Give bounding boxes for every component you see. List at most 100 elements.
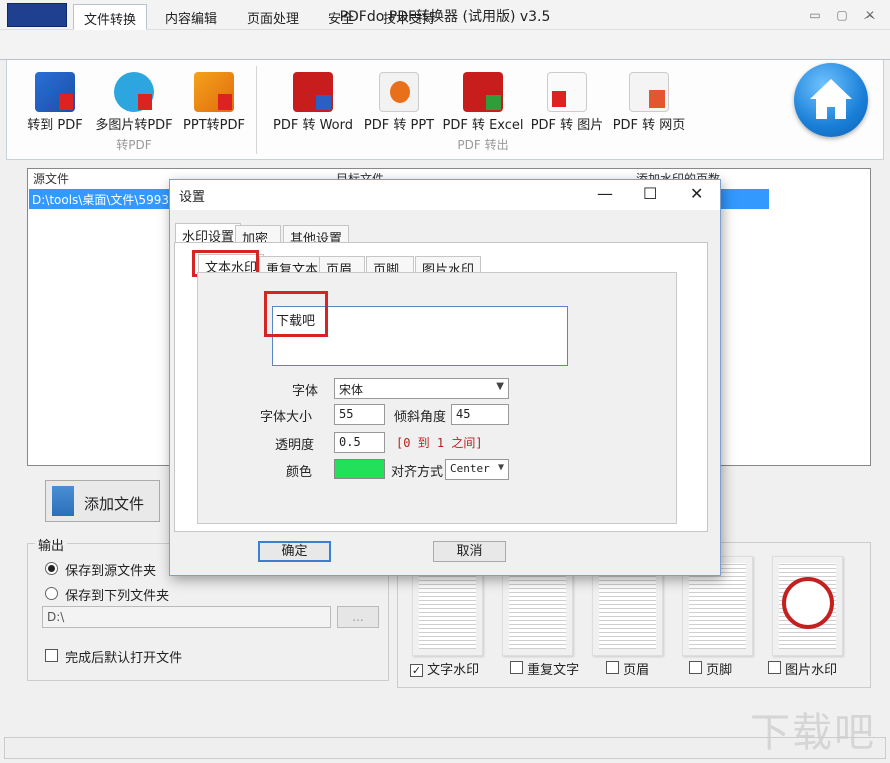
highlight-watermark-text — [264, 291, 328, 337]
tilt-angle-input[interactable]: 45 — [451, 404, 509, 425]
tab-page-process[interactable]: 页面处理 — [237, 4, 309, 30]
ok-button[interactable]: 确定 — [258, 541, 331, 562]
color-label: 颜色 — [285, 465, 312, 480]
dialog-title-bar — [170, 180, 720, 210]
font-size-input[interactable]: 55 — [334, 404, 385, 425]
pdf-to-word-icon — [293, 72, 333, 112]
images-to-pdf-label: 多图片转PDF — [95, 118, 173, 133]
cancel-button[interactable]: 取消 — [433, 541, 506, 562]
home-icon — [810, 79, 852, 119]
add-file-icon — [52, 486, 74, 516]
footer-label: 页脚 — [706, 663, 733, 678]
opacity-range-hint: [0 到 1 之间] — [396, 436, 483, 450]
pdf-to-image-icon — [547, 72, 587, 112]
to-pdf-button[interactable]: 转到 PDF — [22, 72, 88, 133]
checkbox-empty-icon — [510, 661, 523, 674]
pdf-out-group-label: PDF 转出 — [457, 138, 509, 152]
tab-content-edit[interactable]: 内容编辑 — [155, 4, 227, 30]
ppt-to-pdf-label: PPT转PDF — [183, 118, 245, 133]
tab-file-convert[interactable]: 文件转换 — [73, 4, 148, 30]
image-watermark-checkbox[interactable]: 图片水印 — [768, 659, 837, 678]
checkbox-empty-icon — [606, 661, 619, 674]
save-to-source-label: 保存到源文件夹 — [65, 564, 157, 579]
save-to-folder-label: 保存到下列文件夹 — [65, 589, 170, 604]
font-select-value: 宋体 — [339, 383, 364, 397]
header-label: 页眉 — [623, 663, 650, 678]
to-pdf-label: 转到 PDF — [27, 118, 83, 133]
add-file-label: 添加文件 — [84, 495, 145, 513]
open-after-label: 完成后默认打开文件 — [65, 651, 183, 666]
minimize-icon[interactable]: ▭ — [805, 6, 825, 24]
dialog-minimize-icon[interactable]: — — [597, 184, 613, 203]
pdf-to-html-label: PDF 转 网页 — [612, 118, 686, 133]
chevron-down-icon: ▼ — [497, 462, 504, 473]
dialog-close-icon[interactable]: ✕ — [690, 184, 703, 203]
pdf-to-ppt-label: PDF 转 PPT — [363, 118, 435, 133]
home-button[interactable] — [794, 63, 868, 137]
certified-stamp-icon — [781, 577, 834, 629]
row-source-cell: D:\tools\桌面\文件\5993e — [32, 193, 177, 207]
pdf-to-excel-button[interactable]: PDF 转 Excel — [440, 72, 526, 133]
dialog-title: 设置 — [179, 190, 206, 205]
checkbox-empty-icon — [45, 649, 58, 662]
dialog-maximize-icon[interactable]: ☐ — [643, 184, 657, 203]
opacity-input[interactable]: 0.5 — [334, 432, 385, 453]
brand-watermark: 下载吧 — [750, 710, 876, 756]
pdf-to-html-button[interactable]: PDF 转 网页 — [609, 72, 689, 133]
alignment-label: 对齐方式 — [390, 465, 443, 480]
output-label: 输出 — [35, 535, 68, 554]
text-watermark-checkbox[interactable]: ✓ 文字水印 — [410, 659, 479, 678]
menu-bar — [0, 30, 890, 60]
add-file-button[interactable]: 添加文件 — [45, 480, 160, 522]
pdf-to-html-icon — [629, 72, 669, 112]
alignment-select[interactable]: Center ▼ — [445, 459, 509, 480]
save-to-source-radio[interactable]: 保存到源文件夹 — [45, 560, 156, 579]
ribbon-divider — [256, 66, 257, 154]
app-logo[interactable] — [7, 3, 67, 27]
tab-tech-support[interactable]: 技术支持 — [373, 4, 445, 30]
chevron-down-icon: ▼ — [496, 381, 504, 392]
pdf-to-excel-label: PDF 转 Excel — [442, 118, 524, 133]
opacity-label: 透明度 — [274, 438, 314, 453]
pdf-to-word-button[interactable]: PDF 转 Word — [268, 72, 358, 133]
alignment-select-value: Center — [450, 462, 490, 475]
footer-checkbox[interactable]: 页脚 — [689, 659, 732, 678]
chevron-up-icon[interactable]: ︿ — [864, 6, 875, 22]
output-path-input[interactable]: D:\ — [42, 606, 331, 628]
image-watermark-preview — [772, 556, 843, 656]
browse-button[interactable]: ... — [337, 606, 379, 628]
pdf-to-image-label: PDF 转 图片 — [530, 118, 604, 133]
ppt-to-pdf-icon — [194, 72, 234, 112]
word-to-pdf-icon — [35, 72, 75, 112]
image-watermark-label: 图片水印 — [785, 663, 838, 678]
radio-unselected-icon — [45, 587, 58, 600]
font-label: 字体 — [291, 384, 318, 399]
ppt-to-pdf-button[interactable]: PPT转PDF — [180, 72, 248, 133]
pdf-to-excel-icon — [463, 72, 503, 112]
open-after-checkbox[interactable]: 完成后默认打开文件 — [45, 647, 182, 666]
tilt-angle-label: 倾斜角度 — [393, 410, 446, 425]
pdf-to-word-label: PDF 转 Word — [272, 118, 353, 133]
checkbox-empty-icon — [689, 661, 702, 674]
tab-watermark-settings[interactable]: 水印设置 — [175, 223, 242, 245]
checkbox-checked-icon: ✓ — [410, 664, 423, 677]
restore-icon[interactable]: ▢ — [832, 6, 852, 24]
tab-security[interactable]: 安全 — [318, 4, 364, 30]
column-header-source[interactable]: 源文件 — [33, 170, 69, 186]
pdf-to-image-button[interactable]: PDF 转 图片 — [527, 72, 607, 133]
color-picker[interactable] — [334, 459, 385, 479]
font-size-label: 字体大小 — [259, 410, 312, 425]
save-to-folder-radio[interactable]: 保存到下列文件夹 — [45, 585, 169, 604]
pdf-to-ppt-icon — [379, 72, 419, 112]
repeat-text-checkbox[interactable]: 重复文字 — [510, 659, 579, 678]
radio-selected-icon — [45, 562, 58, 575]
font-select[interactable]: 宋体 ▼ — [334, 378, 509, 399]
header-checkbox[interactable]: 页眉 — [606, 659, 649, 678]
pdf-to-ppt-button[interactable]: PDF 转 PPT — [360, 72, 438, 133]
to-pdf-group-label: 转PDF — [116, 138, 152, 152]
repeat-text-label: 重复文字 — [527, 663, 580, 678]
checkbox-empty-icon — [768, 661, 781, 674]
text-watermark-label: 文字水印 — [427, 663, 480, 678]
palette-icon — [114, 72, 154, 112]
images-to-pdf-button[interactable]: 多图片转PDF — [92, 72, 176, 133]
